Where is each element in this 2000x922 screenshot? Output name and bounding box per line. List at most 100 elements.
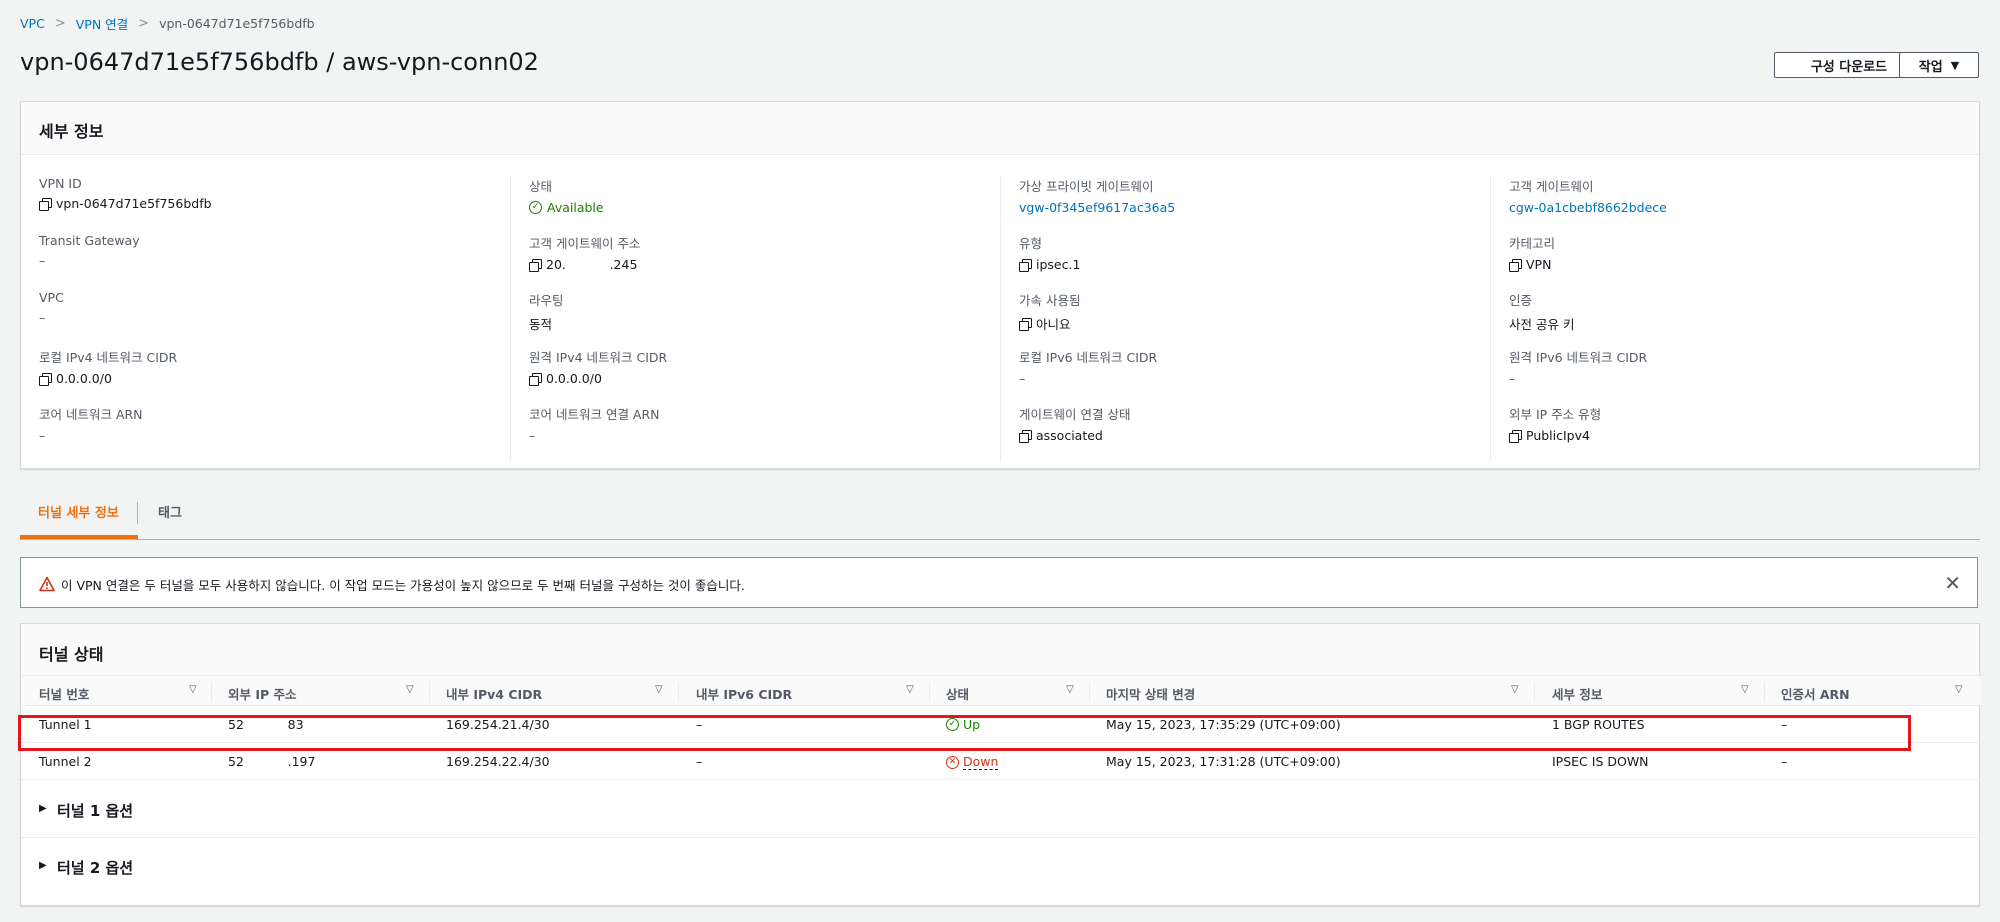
copy-icon[interactable]: [1019, 429, 1032, 443]
status-cell: ✕ Down: [946, 754, 999, 770]
details-cell: 1 BGP ROUTES: [1552, 717, 1645, 732]
field-type: 유형 ipsec.1: [1019, 233, 1489, 290]
tunnel-2-options-label: 터널 2 옵션: [57, 859, 134, 877]
column-header-tunnel-number[interactable]: 터널 번호: [39, 684, 89, 703]
column-header-details[interactable]: 세부 정보: [1552, 684, 1602, 703]
actions-button[interactable]: 작업 ▼: [1899, 52, 1979, 78]
column-header-outside-ip[interactable]: 외부 IP 주소: [228, 684, 297, 703]
field-label: 원격 IPv4 네트워크 CIDR: [529, 350, 668, 365]
column-divider: [678, 682, 679, 702]
vgw-link[interactable]: vgw-0f345ef9617ac36a5: [1019, 200, 1489, 215]
field-gateway-association-state: 게이트웨이 연결 상태 associated: [1019, 404, 1489, 461]
column-header-inside-ipv4[interactable]: 내부 IPv4 CIDR: [446, 684, 542, 703]
field-label: 고객 게이트웨이: [1509, 179, 1594, 194]
details-col-2: 상태 ✓ Available 고객 게이트웨이 주소 20. .245 라우팅 동…: [529, 176, 999, 461]
status-value: Up: [963, 717, 981, 732]
copy-icon[interactable]: [39, 372, 52, 386]
column-divider: [1490, 176, 1491, 462]
column-divider: [510, 176, 511, 462]
field-local-ipv4-cidr: 로컬 IPv4 네트워크 CIDR 0.0.0.0/0: [39, 347, 509, 404]
sort-icon[interactable]: ▽: [406, 684, 414, 695]
caret-down-icon: ▼: [1950, 58, 1960, 72]
tab-divider: [137, 502, 138, 524]
copy-icon[interactable]: [1509, 429, 1522, 443]
tabs: 터널 세부 정보 태그: [20, 490, 1980, 540]
column-header-inside-ipv6[interactable]: 내부 IPv6 CIDR: [696, 684, 792, 703]
field-label: 로컬 IPv6 네트워크 CIDR: [1019, 350, 1158, 365]
copy-icon[interactable]: [1019, 258, 1032, 272]
sort-icon[interactable]: ▽: [655, 684, 663, 695]
field-label: 유형: [1019, 236, 1043, 251]
details-panel: 세부 정보 VPN ID vpn-0647d71e5f756bdfb Trans…: [20, 101, 1980, 469]
tunnel-1-options-expander[interactable]: ▶ 터널 1 옵션: [21, 781, 1981, 838]
field-vgw: 가상 프라이빗 게이트웨이 vgw-0f345ef9617ac36a5: [1019, 176, 1489, 233]
column-header-status[interactable]: 상태: [946, 684, 969, 703]
field-routing: 라우팅 동적: [529, 290, 999, 347]
tab-tunnel-details[interactable]: 터널 세부 정보: [38, 502, 119, 521]
cgw-address-value: 20. .245: [546, 257, 638, 272]
field-value: 0.0.0.0/0: [529, 371, 999, 386]
tunnel-status-title: 터널 상태: [21, 624, 1979, 676]
field-label: 라우팅: [529, 293, 564, 308]
sort-icon[interactable]: ▽: [189, 684, 197, 695]
field-label: 카테고리: [1509, 236, 1556, 251]
field-value: –: [39, 428, 46, 443]
field-category: 카테고리 VPN: [1509, 233, 1979, 290]
caret-right-icon: ▶: [39, 803, 47, 814]
field-value: PublicIpv4: [1509, 428, 1979, 443]
field-label: VPN ID: [39, 176, 82, 191]
tunnel-number-cell: Tunnel 2: [39, 754, 92, 769]
close-icon[interactable]: ✕: [1944, 571, 1961, 595]
field-value: –: [1509, 371, 1516, 386]
column-header-last-status-change[interactable]: 마지막 상태 변경: [1106, 684, 1195, 703]
column-divider: [1089, 682, 1090, 702]
copy-icon[interactable]: [39, 197, 52, 211]
alert-text: 이 VPN 연결은 두 터널을 모두 사용하지 않습니다. 이 작업 모드는 가…: [61, 578, 745, 593]
table-row[interactable]: Tunnel 2 52 .197 169.254.22.4/30 – ✕ Down…: [21, 743, 1981, 780]
cert-arn-cell: –: [1781, 754, 1788, 769]
copy-icon[interactable]: [1019, 317, 1032, 331]
details-col-3: 가상 프라이빗 게이트웨이 vgw-0f345ef9617ac36a5 유형 i…: [1019, 176, 1489, 461]
cgw-link[interactable]: cgw-0a1cbebf8662bdece: [1509, 200, 1979, 215]
status-value[interactable]: Down: [963, 754, 999, 770]
field-value: –: [39, 253, 46, 268]
field-local-ipv6-cidr: 로컬 IPv6 네트워크 CIDR –: [1019, 347, 1489, 404]
field-value: –: [1019, 371, 1026, 386]
tab-tags[interactable]: 태그: [158, 502, 182, 521]
column-header-certificate-arn[interactable]: 인증서 ARN: [1781, 684, 1850, 703]
remote-ipv4-value: 0.0.0.0/0: [546, 371, 602, 386]
breadcrumb-current: vpn-0647d71e5f756bdfb: [159, 16, 315, 31]
sort-icon[interactable]: ▽: [1511, 684, 1519, 695]
details-col-1: VPN ID vpn-0647d71e5f756bdfb Transit Gat…: [39, 176, 509, 461]
tunnel-status-panel: 터널 상태 터널 번호 ▽ 외부 IP 주소 ▽ 내부 IPv4 CIDR ▽ …: [20, 623, 1981, 906]
copy-icon[interactable]: [1509, 258, 1522, 272]
association-state-value: associated: [1036, 428, 1103, 443]
sort-icon[interactable]: ▽: [906, 684, 914, 695]
copy-icon[interactable]: [529, 372, 542, 386]
column-divider: [1000, 176, 1001, 462]
field-vpn-id: VPN ID vpn-0647d71e5f756bdfb: [39, 176, 509, 233]
field-value: ipsec.1: [1019, 257, 1489, 272]
breadcrumb-vpn[interactable]: VPN 연결: [76, 14, 128, 33]
inside-ipv6-cell: –: [696, 754, 703, 769]
breadcrumb-vpc[interactable]: VPC: [20, 16, 45, 31]
sort-icon[interactable]: ▽: [1066, 684, 1074, 695]
status-cell: ✓ Up: [946, 717, 980, 732]
field-value: 사전 공유 키: [1509, 317, 1575, 332]
type-value: ipsec.1: [1036, 257, 1081, 272]
sort-icon[interactable]: ▽: [1741, 684, 1749, 695]
inside-ipv4-cell: 169.254.22.4/30: [446, 754, 550, 769]
sort-icon[interactable]: ▽: [1955, 684, 1963, 695]
table-row[interactable]: Tunnel 1 52 83 169.254.21.4/30 – ✓ Up May…: [21, 706, 1981, 743]
field-state: 상태 ✓ Available: [529, 176, 999, 233]
breadcrumb: VPC > VPN 연결 > vpn-0647d71e5f756bdfb: [20, 14, 315, 33]
copy-icon[interactable]: [529, 258, 542, 272]
field-label: 가상 프라이빗 게이트웨이: [1019, 179, 1154, 194]
field-authentication: 인증 사전 공유 키: [1509, 290, 1979, 347]
actions-label: 작업: [1918, 59, 1943, 75]
field-core-network-attachment-arn: 코어 네트워크 연결 ARN –: [529, 404, 999, 461]
caret-right-icon: ▶: [39, 860, 47, 871]
field-value: ✓ Available: [529, 200, 999, 215]
details-col-4: 고객 게이트웨이 cgw-0a1cbebf8662bdece 카테고리 VPN …: [1509, 176, 1979, 461]
tunnel-2-options-expander[interactable]: ▶ 터널 2 옵션: [21, 838, 1981, 895]
